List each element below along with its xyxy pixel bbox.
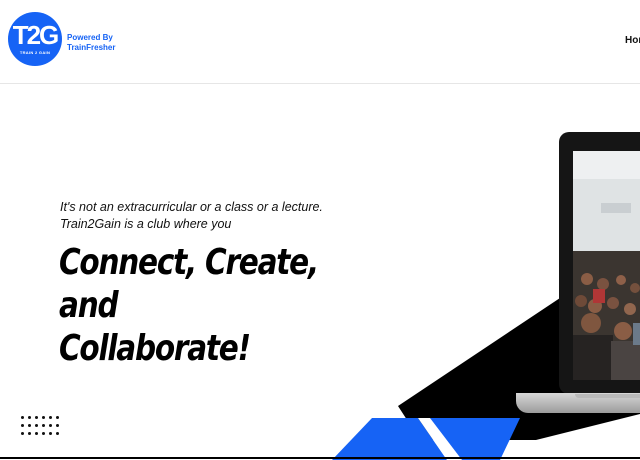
headline-line-2: Collaborate! [59,328,251,369]
tagline-line-2: Train2Gain is a club where you [60,217,232,231]
headline-line-1: Connect, Create, and [59,242,319,326]
hero-tagline: It's not an extracurricular or a class o… [60,199,360,233]
logo-subtitle: TRAIN 2 GAIN [19,50,51,55]
powered-by-text: Powered By TrainFresher [67,33,115,53]
powered-by-label: Powered By [67,33,113,42]
logo-letters: T2G [12,20,60,50]
hero-headline: Connect, Create, and Collaborate! [59,241,338,370]
train2gain-logo[interactable]: T2G TRAIN 2 GAIN [8,12,62,66]
site-header: T2G TRAIN 2 GAIN Powered By TrainFresher… [0,0,640,84]
laptop-screen-photo [573,151,640,380]
laptop-notch [575,394,640,398]
powered-by-brand: TrainFresher [67,43,116,52]
group-photo [573,151,640,380]
dot-grid-decoration [21,416,65,442]
nav-home-link[interactable]: Hom [625,35,640,46]
tagline-line-1: It's not an extracurricular or a class o… [60,200,323,214]
